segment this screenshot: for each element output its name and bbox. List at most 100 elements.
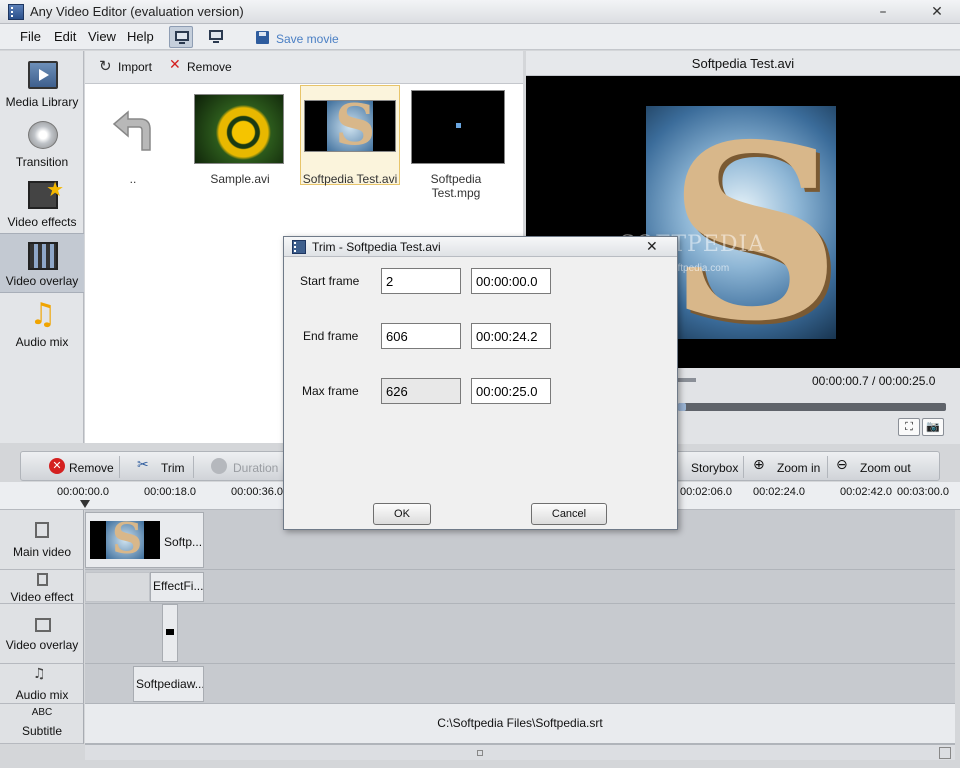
clip-audio[interactable]: Softpediaw... xyxy=(133,666,204,702)
fullscreen-button[interactable]: ⛶ xyxy=(898,418,920,436)
film-icon xyxy=(292,240,306,254)
menu-edit[interactable]: Edit xyxy=(54,29,76,44)
ok-button[interactable]: OK xyxy=(373,503,431,525)
sidebar-item-label: Video effects xyxy=(7,215,77,229)
sidebar-item-label: Audio mix xyxy=(15,335,69,349)
clip-main-video[interactable]: S Softp... xyxy=(85,512,204,568)
snapshot-button[interactable]: 📷 xyxy=(922,418,944,436)
ruler-tick: 00:00:00.0 xyxy=(57,486,109,498)
start-frame-label: Start frame xyxy=(300,274,360,288)
clip-overlay[interactable] xyxy=(162,604,178,662)
track-label: Audio mix xyxy=(15,688,69,702)
track-head-video-effect: Video effect xyxy=(0,570,84,604)
menu-help[interactable]: Help xyxy=(127,29,154,44)
track-subtitle[interactable]: C:\Softpedia Files\Softpedia.srt xyxy=(85,704,955,744)
minimize-button[interactable]: – xyxy=(872,3,894,21)
trim-icon: ✂ xyxy=(137,457,149,473)
duration-button[interactable]: Duration xyxy=(233,461,278,475)
max-frame-label: Max frame xyxy=(302,384,359,398)
monitor-icon xyxy=(209,30,223,43)
menu-view[interactable]: View xyxy=(88,29,116,44)
ruler-tick: 00:02:24.0 xyxy=(753,486,805,498)
import-icon: ↻ xyxy=(99,57,112,75)
track-head-main-video: Main video xyxy=(0,510,84,570)
menu-bar: File Edit View Help xyxy=(0,24,960,50)
zoom-out-button[interactable]: Zoom out xyxy=(860,461,911,475)
zoom-in-button[interactable]: Zoom in xyxy=(777,461,820,475)
save-icon xyxy=(256,31,269,44)
close-button[interactable]: ✕ xyxy=(926,3,948,21)
film-icon xyxy=(28,61,58,89)
track-head-video-overlay: Video overlay xyxy=(0,604,84,664)
ruler-tick: 00:00:18.0 xyxy=(144,486,196,498)
media-toolbar: ↻ Import ✕ Remove xyxy=(85,51,523,84)
clip-spacer xyxy=(85,572,150,602)
sidebar-item-label: Transition xyxy=(15,155,69,169)
sidebar-item-audio-mix[interactable]: ♫ Audio mix xyxy=(0,293,84,353)
sidebar-item-video-overlay[interactable]: Video overlay xyxy=(0,233,84,293)
track-label: Subtitle xyxy=(21,724,63,738)
remove-clip-button[interactable]: Remove xyxy=(69,461,114,475)
cancel-button[interactable]: Cancel xyxy=(531,503,607,525)
import-button[interactable]: Import xyxy=(118,60,152,74)
track-audio-mix[interactable]: Softpediaw... xyxy=(85,664,955,704)
ruler-tick: 00:00:36.0 xyxy=(231,486,283,498)
clip-thumbnail: S xyxy=(90,521,160,559)
volume-bar[interactable] xyxy=(678,378,696,382)
zoom-in-icon: ⊕ xyxy=(753,457,765,473)
dialog-title: Trim - Softpedia Test.avi xyxy=(312,240,441,254)
trim-dialog: Trim - Softpedia Test.avi ✕ Start frame … xyxy=(283,236,678,530)
save-movie-button[interactable]: Save movie xyxy=(276,32,339,46)
media-item-label: Softpedia Test.avi xyxy=(302,172,398,186)
media-item-back[interactable]: .. xyxy=(85,90,181,190)
video-overlay-icon xyxy=(28,242,58,270)
timeline-scrollbar[interactable] xyxy=(85,744,955,760)
duration-icon xyxy=(211,458,227,474)
storyboard-view-button[interactable] xyxy=(204,26,228,48)
end-frame-input[interactable] xyxy=(381,323,461,349)
track-head-audio-mix: ♫ Audio mix xyxy=(0,664,84,704)
music-note-icon: ♫ xyxy=(33,666,46,682)
end-time-input[interactable] xyxy=(471,323,551,349)
media-item-softpedia-avi[interactable]: S Softpedia Test.avi xyxy=(300,85,400,186)
back-arrow-icon xyxy=(112,110,151,151)
max-time-input[interactable] xyxy=(471,378,551,404)
storybox-button[interactable]: Storybox xyxy=(691,461,738,475)
playhead[interactable] xyxy=(80,500,90,508)
overlay-icon xyxy=(35,618,51,632)
media-item-sample-avi[interactable]: Sample.avi xyxy=(192,90,288,190)
remove-icon: ✕ xyxy=(169,57,181,73)
sidebar-item-media-library[interactable]: Media Library xyxy=(0,53,84,113)
media-item-label: Sample.avi xyxy=(210,172,270,186)
media-item-softpedia-mpg[interactable]: Softpedia Test.mpg xyxy=(408,90,505,200)
clip-label: Softp... xyxy=(164,535,203,549)
start-time-input[interactable] xyxy=(471,268,551,294)
track-video-overlay[interactable] xyxy=(85,604,955,664)
max-frame-input[interactable] xyxy=(381,378,461,404)
seek-progress xyxy=(678,403,687,411)
track-video-effect[interactable]: EffectFi... xyxy=(85,570,955,604)
timeline-view-button[interactable] xyxy=(169,26,193,48)
remove-button[interactable]: Remove xyxy=(187,60,232,74)
video-effects-icon xyxy=(28,177,64,209)
effect-icon xyxy=(37,573,48,586)
window-title: Any Video Editor (evaluation version) xyxy=(30,4,244,19)
app-icon xyxy=(8,4,24,20)
trim-button[interactable]: Trim xyxy=(161,461,185,475)
track-label: Video overlay xyxy=(5,638,79,652)
start-frame-input[interactable] xyxy=(381,268,461,294)
film-icon xyxy=(35,522,49,538)
ruler-tick: 00:02:06.0 xyxy=(680,486,732,498)
dialog-close-icon[interactable]: ✕ xyxy=(646,239,658,255)
menu-file[interactable]: File xyxy=(20,29,41,44)
seek-bar[interactable] xyxy=(678,403,946,411)
track-label: Video effect xyxy=(10,590,74,604)
preview-title: Softpedia Test.avi xyxy=(526,51,960,76)
s-logo: S xyxy=(668,106,836,339)
fullscreen-icon: ⛶ xyxy=(905,420,913,433)
sidebar-item-transition[interactable]: Transition xyxy=(0,113,84,173)
monitor-icon xyxy=(175,31,189,44)
clip-effect[interactable]: EffectFi... xyxy=(150,572,204,602)
sidebar-item-video-effects[interactable]: Video effects xyxy=(0,173,84,233)
ruler-tick: 00:03:00.0 xyxy=(897,486,949,498)
